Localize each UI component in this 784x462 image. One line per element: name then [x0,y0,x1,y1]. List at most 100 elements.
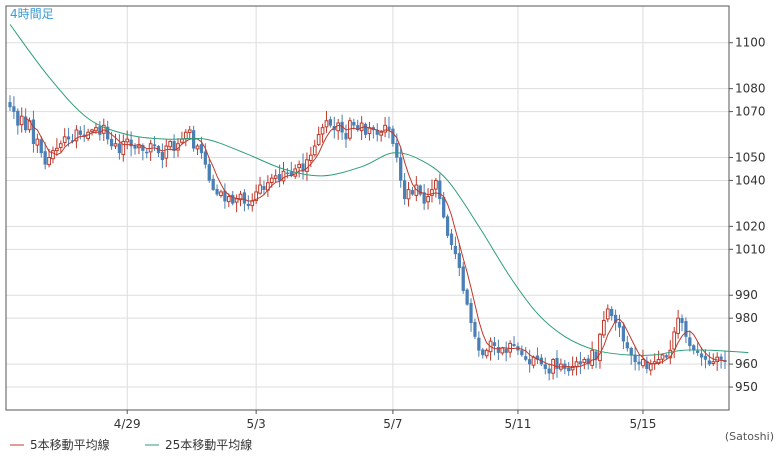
y-tick-label: 1100 [735,36,766,50]
candle-down [469,302,473,324]
candle-up [250,200,255,207]
candle-down [117,143,122,154]
candle-down [203,151,207,165]
candle-down [696,350,700,353]
candle-up [430,189,434,196]
candlestick-chart: 950 960 980 990 1010 1020 1040 1050 1070 1080 1100… [5,5,774,452]
candle-up [676,317,680,334]
legend-label-ma25: 25本移動平均線 [165,437,252,452]
y-tick-label: 1020 [735,219,766,233]
candle-down [442,197,446,218]
candle-down [524,356,528,360]
candle-down [246,203,250,206]
candle-up [379,131,384,136]
candle-up [426,196,430,203]
x-tick-label: 5/7 [383,417,402,431]
candle-up [312,145,317,156]
candle-up [62,136,67,143]
candle-down [637,361,641,365]
candle-up [195,145,200,150]
candle-down [78,130,82,135]
y-tick-label: 950 [735,380,758,394]
candle-down [207,164,211,181]
candle-up [55,147,59,152]
candle-down [512,344,516,346]
candle-up [531,356,536,366]
candle-down [633,354,637,363]
candle-down [504,348,508,353]
candle-down [688,337,692,346]
candle-down [461,266,465,291]
candle-down [199,144,204,154]
candle-up [598,333,602,362]
candle-up [35,138,40,146]
candle-down [242,192,247,204]
candle-down [684,321,688,337]
x-tick-label: 5/3 [246,417,265,431]
candle-down [403,180,407,200]
candle-down [211,178,215,190]
candle-down [152,144,157,147]
candle-down [39,139,43,154]
candle-down [707,360,711,365]
candle-up [320,127,325,135]
candle-down [215,189,219,195]
x-tick-label: 5/15 [629,417,656,431]
candle-down [617,321,622,328]
candle-up [602,319,606,336]
candle-up [269,177,274,183]
candle-down [133,145,137,149]
candle-up [164,145,169,159]
candle-down [192,130,196,149]
candle-up [125,138,130,143]
candle-up [316,134,321,146]
candle-down [387,126,391,131]
candle-up [711,361,716,365]
candle-up [434,179,438,190]
candle-up [180,138,184,143]
candle-down [578,361,583,365]
candle-down [410,190,415,195]
candle-down [109,138,114,147]
candle-up [234,198,239,203]
candle-down [465,289,469,305]
candle-up [47,157,51,166]
candle-down [160,151,164,161]
candle-down [719,356,723,360]
y-tick-label: 1010 [735,242,766,256]
candle-down [481,349,485,356]
candle-up [137,145,141,149]
candle-up [336,122,341,132]
candle-up [187,129,192,133]
candle-up [500,347,505,354]
y-tick-label: 980 [735,311,758,325]
candle-up [551,359,555,374]
candle-down [699,353,704,358]
candle-up [51,150,55,160]
candle-up [113,143,118,147]
candle-up [605,308,610,320]
candle-down [395,142,399,158]
candle-up [281,170,286,182]
candle-up [168,140,173,148]
candle-down [473,322,477,337]
candle-up [90,129,94,133]
candle-up [582,359,587,363]
chart-credit: (Satoshi) [725,430,774,443]
x-tick-label: 5/11 [504,417,531,431]
candle-up [641,359,645,367]
y-tick-label: 1040 [735,173,766,187]
candle-down [16,110,20,126]
plot-area [6,6,729,410]
candle-down [391,128,395,144]
candle-up [94,127,98,132]
candle-down [629,347,633,356]
y-tick-label: 1080 [735,82,766,96]
candle-down [477,337,481,351]
candle-down [399,157,403,181]
candle-down [262,186,266,190]
candle-up [219,191,223,196]
candle-up [305,159,309,172]
x-tick-label: 4/29 [114,417,141,431]
candle-down [445,216,450,236]
